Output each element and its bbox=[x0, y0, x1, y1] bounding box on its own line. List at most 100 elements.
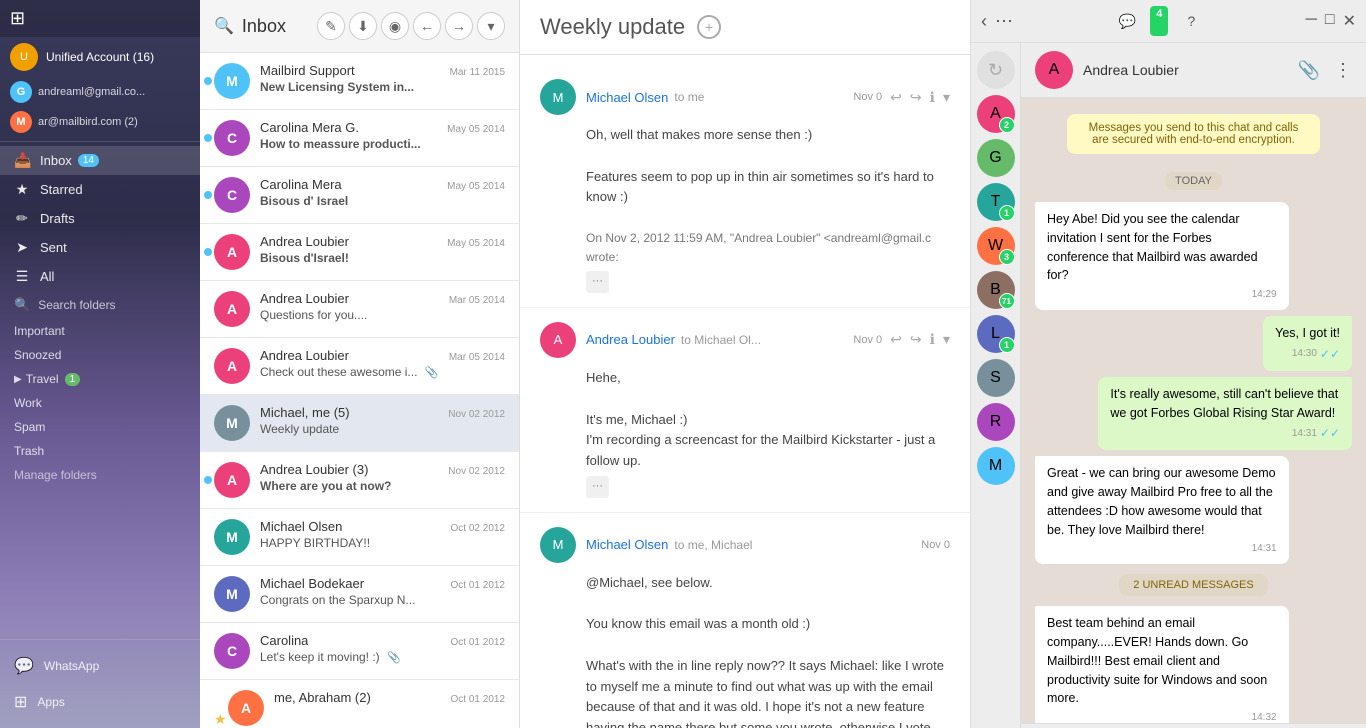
more-icon[interactable]: ▾ bbox=[943, 331, 950, 348]
next-button[interactable]: → bbox=[445, 12, 473, 40]
info-icon[interactable]: ℹ bbox=[930, 89, 935, 106]
contact-item[interactable]: M bbox=[977, 447, 1015, 485]
filter-button[interactable]: ◉ bbox=[381, 12, 409, 40]
drafts-label: Drafts bbox=[40, 211, 75, 226]
folder-work[interactable]: Work bbox=[0, 391, 200, 415]
maximize-icon[interactable]: □ bbox=[1325, 11, 1335, 31]
grid-icon[interactable]: ⊞ bbox=[10, 8, 25, 29]
chat-messages: Messages you send to this chat and calls… bbox=[1021, 98, 1366, 723]
email-subject: HAPPY BIRTHDAY!! bbox=[260, 536, 505, 550]
expand-button[interactable]: ··· bbox=[586, 476, 609, 498]
whatsapp-item[interactable]: 💬 WhatsApp bbox=[0, 648, 200, 684]
email-item[interactable]: A Andrea Loubier (3) Nov 02 2012 Where a… bbox=[200, 452, 519, 509]
sent-label: Sent bbox=[40, 240, 67, 255]
email-item[interactable]: A Andrea Loubier Mar 05 2014 Check out t… bbox=[200, 338, 519, 395]
email-item[interactable]: A Andrea Loubier May 05 2014 Bisous d'Is… bbox=[200, 224, 519, 281]
email-date: Oct 01 2012 bbox=[451, 694, 505, 705]
email-date: Mar 05 2014 bbox=[449, 295, 505, 306]
folder-trash[interactable]: Trash bbox=[0, 439, 200, 463]
bubble-text: Best team behind an email company.....EV… bbox=[1047, 616, 1267, 705]
contact-item[interactable]: A 2 bbox=[977, 95, 1015, 133]
thread-add-button[interactable]: + bbox=[697, 15, 721, 39]
email-avatar: M bbox=[214, 519, 250, 555]
apps-item[interactable]: ⊞ Apps bbox=[0, 684, 200, 720]
chat-back-icon[interactable]: ‹ bbox=[981, 11, 987, 32]
msg-actions: ↩ ↪ ℹ ▾ bbox=[890, 331, 950, 348]
email-subject: Congrats on the Sparxup N... bbox=[260, 593, 505, 607]
chat-badge-4[interactable]: 4 bbox=[1150, 6, 1168, 36]
manage-folders[interactable]: Manage folders bbox=[0, 463, 200, 487]
more-button[interactable]: ▾ bbox=[477, 12, 505, 40]
download-button[interactable]: ⬇ bbox=[349, 12, 377, 40]
email-avatar: C bbox=[214, 120, 250, 156]
search-folders-icon: 🔍 bbox=[14, 297, 30, 313]
email-account-mailbird[interactable]: M ar@mailbird.com (2) bbox=[0, 107, 200, 137]
email-item[interactable]: M Mailbird Support Mar 11 2015 New Licen… bbox=[200, 53, 519, 110]
email-item[interactable]: C Carolina Oct 01 2012 Let's keep it mov… bbox=[200, 623, 519, 680]
chat-messages-tab[interactable]: 💬 bbox=[1112, 6, 1142, 36]
folder-travel[interactable]: ▶ Travel 1 bbox=[0, 367, 200, 391]
search-folders[interactable]: 🔍 Search folders bbox=[0, 291, 200, 319]
account-name: Unified Account (16) bbox=[46, 50, 154, 64]
email-item-selected[interactable]: M Michael, me (5) Nov 02 2012 Weekly upd… bbox=[200, 395, 519, 452]
thread-header: Weekly update + bbox=[520, 0, 970, 55]
folder-important[interactable]: Important bbox=[0, 319, 200, 343]
expand-button[interactable]: ··· bbox=[586, 271, 609, 293]
contact-item[interactable]: B 71 bbox=[977, 271, 1015, 309]
contact-item[interactable]: W 3 bbox=[977, 227, 1015, 265]
info-icon[interactable]: ℹ bbox=[930, 331, 935, 348]
thread-message: M Michael Olsen to me Nov 0 ↩ ↪ ℹ ▾ Oh, … bbox=[520, 65, 970, 308]
compose-button[interactable]: ✎ bbox=[317, 12, 345, 40]
nav-item-sent[interactable]: ➤ Sent bbox=[0, 233, 200, 262]
chat-help-tab[interactable]: ? bbox=[1176, 6, 1206, 36]
email-subject: How to meassure producti... bbox=[260, 137, 505, 151]
email-item[interactable]: C Carolina Mera G. May 05 2014 How to me… bbox=[200, 110, 519, 167]
email-item[interactable]: C Carolina Mera May 05 2014 Bisous d' Is… bbox=[200, 167, 519, 224]
folder-spam[interactable]: Spam bbox=[0, 415, 200, 439]
email-item[interactable]: ★ A me, Abraham (2) Oct 01 2012 bbox=[200, 680, 519, 728]
forward-icon[interactable]: ↪ bbox=[910, 331, 922, 348]
email-subject: Questions for you.... bbox=[260, 308, 505, 322]
contact-item[interactable]: L 1 bbox=[977, 315, 1015, 353]
thread-to: to me bbox=[674, 90, 704, 104]
email-item[interactable]: A Andrea Loubier Mar 05 2014 Questions f… bbox=[200, 281, 519, 338]
email-thread-panel: Weekly update + M Michael Olsen to me No… bbox=[520, 0, 971, 728]
bubble-time: 14:30 ✓✓ bbox=[1275, 345, 1340, 363]
nav-item-inbox[interactable]: 📥 Inbox 14 bbox=[0, 146, 200, 175]
contact-item[interactable]: R bbox=[977, 403, 1015, 441]
all-icon: ☰ bbox=[14, 268, 30, 285]
reply-icon[interactable]: ↩ bbox=[890, 331, 902, 348]
email-item[interactable]: M Michael Bodekaer Oct 01 2012 Congrats … bbox=[200, 566, 519, 623]
email-avatar: M bbox=[214, 576, 250, 612]
sender-name: Michael Olsen bbox=[586, 537, 668, 552]
sender-avatar: A bbox=[540, 322, 576, 358]
nav-item-starred[interactable]: ★ Starred bbox=[0, 175, 200, 204]
chat-menu-icon[interactable]: ⋯ bbox=[995, 11, 1013, 32]
contact-item[interactable]: S bbox=[977, 359, 1015, 397]
search-button[interactable]: 🔍 bbox=[214, 16, 234, 36]
attachment-icon[interactable]: 📎 bbox=[1298, 60, 1320, 81]
email-avatar: A bbox=[228, 690, 264, 726]
email-account-gmail[interactable]: G andreaml@gmail.co... bbox=[0, 77, 200, 107]
email-subject: Where are you at now? bbox=[260, 479, 505, 493]
more-icon[interactable]: ▾ bbox=[943, 89, 950, 106]
email-item[interactable]: M Michael Olsen Oct 02 2012 HAPPY BIRTHD… bbox=[200, 509, 519, 566]
reply-icon[interactable]: ↩ bbox=[890, 89, 902, 106]
nav-item-all[interactable]: ☰ All bbox=[0, 262, 200, 291]
email-subject: Bisous d' Israel bbox=[260, 194, 505, 208]
thread-msg-header: M Michael Olsen to me, Michael Nov 0 bbox=[540, 527, 950, 563]
close-icon[interactable]: ✕ bbox=[1343, 11, 1356, 31]
chat-window-header: A Andrea Loubier 📎 ⋮ bbox=[1021, 43, 1366, 98]
chat-more-icon[interactable]: ⋮ bbox=[1334, 60, 1352, 81]
minimize-icon[interactable]: ─ bbox=[1306, 11, 1317, 31]
contact-item[interactable]: G bbox=[977, 139, 1015, 177]
email-avatar: C bbox=[214, 633, 250, 669]
prev-button[interactable]: ← bbox=[413, 12, 441, 40]
nav-item-drafts[interactable]: ✏ Drafts bbox=[0, 204, 200, 233]
gmail-address: andreaml@gmail.co... bbox=[38, 86, 145, 98]
folder-snoozed[interactable]: Snoozed bbox=[0, 343, 200, 367]
forward-icon[interactable]: ↪ bbox=[910, 89, 922, 106]
contact-item[interactable]: T 1 bbox=[977, 183, 1015, 221]
unified-account[interactable]: U Unified Account (16) bbox=[0, 37, 200, 77]
chat-bubble-incoming: Hey Abe! Did you see the calendar invita… bbox=[1035, 202, 1289, 310]
